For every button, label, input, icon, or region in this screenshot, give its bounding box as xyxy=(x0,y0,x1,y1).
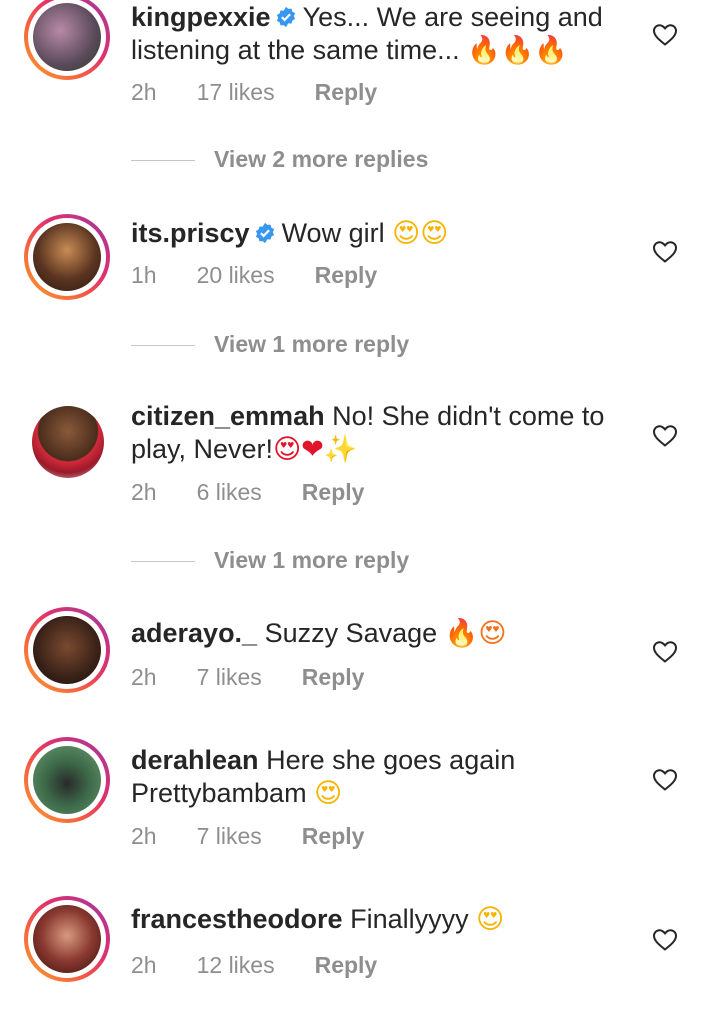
likes-count[interactable]: 7 likes xyxy=(197,664,262,691)
view-more-label: View 1 more reply xyxy=(214,547,410,573)
divider-line xyxy=(131,160,195,161)
comment-time: 2h xyxy=(131,479,157,505)
username[interactable]: aderayo._ xyxy=(131,618,257,648)
likes-count[interactable]: 17 likes xyxy=(197,79,275,106)
heart-outline-icon[interactable] xyxy=(652,240,678,264)
reply-button[interactable]: Reply xyxy=(315,952,378,979)
fire-heart-eyes-emoji-icon: 🔥😍 xyxy=(444,618,507,649)
comment-text: No! She didn't come to xyxy=(332,401,605,431)
reply-button[interactable]: Reply xyxy=(315,262,378,289)
reply-button[interactable]: Reply xyxy=(302,479,365,506)
username[interactable]: kingpexxie xyxy=(131,2,271,32)
avatar[interactable] xyxy=(24,398,110,484)
username[interactable]: francestheodore xyxy=(131,904,343,934)
comment-text: Prettybambam xyxy=(131,778,307,808)
likes-count[interactable]: 6 likes xyxy=(197,479,262,506)
username[interactable]: citizen_emmah xyxy=(131,401,325,431)
avatar[interactable] xyxy=(24,0,110,80)
likes-count[interactable]: 7 likes xyxy=(197,823,262,850)
divider-line xyxy=(131,345,195,346)
heart-outline-icon[interactable] xyxy=(652,23,678,47)
comment-text: Here she goes again xyxy=(266,745,516,775)
heart-outline-icon[interactable] xyxy=(652,768,678,792)
likes-count[interactable]: 20 likes xyxy=(197,262,275,289)
fire-emoji-icon: 🔥🔥🔥 xyxy=(467,35,569,66)
heart-outline-icon[interactable] xyxy=(652,928,678,952)
comment-time: 2h xyxy=(131,664,157,690)
comment-text: listening at the same time... xyxy=(131,35,460,65)
heart-outline-icon[interactable] xyxy=(652,640,678,664)
avatar[interactable] xyxy=(24,896,110,982)
comment-time: 2h xyxy=(131,952,157,978)
verified-badge-icon xyxy=(255,222,274,244)
comment-text: Wow girl xyxy=(281,218,385,248)
comment-time: 2h xyxy=(131,823,157,849)
reply-button[interactable]: Reply xyxy=(302,664,365,691)
username[interactable]: derahlean xyxy=(131,745,259,775)
comment-text: play, Never! xyxy=(131,434,274,464)
reply-button[interactable]: Reply xyxy=(315,79,378,106)
divider-line xyxy=(131,561,195,562)
heart-eyes-emoji-icon: 😍😍 xyxy=(392,218,449,249)
username[interactable]: its.priscy xyxy=(131,218,250,248)
comment-time: 2h xyxy=(131,79,157,105)
verified-badge-icon xyxy=(276,6,295,28)
heart-outline-icon[interactable] xyxy=(652,424,678,448)
view-more-label: View 1 more reply xyxy=(214,331,410,357)
comment-text: Yes... We are seeing and xyxy=(302,2,603,32)
view-more-label: View 2 more replies xyxy=(214,146,429,172)
comment-text: Suzzy Savage xyxy=(264,618,438,648)
comment-time: 1h xyxy=(131,262,157,288)
heart-eyes-emoji-icon: 😍 xyxy=(314,778,343,809)
reply-button[interactable]: Reply xyxy=(302,823,365,850)
avatar[interactable] xyxy=(24,607,110,693)
avatar[interactable] xyxy=(24,737,110,823)
likes-count[interactable]: 12 likes xyxy=(197,952,275,979)
comment-text: Finallyyyy xyxy=(350,904,469,934)
avatar[interactable] xyxy=(24,214,110,300)
heart-eyes-emoji-icon: 😍 xyxy=(476,904,505,935)
heart-eyes-red-heart-sparkles-emoji-icon: 😍❤✨ xyxy=(273,434,358,465)
